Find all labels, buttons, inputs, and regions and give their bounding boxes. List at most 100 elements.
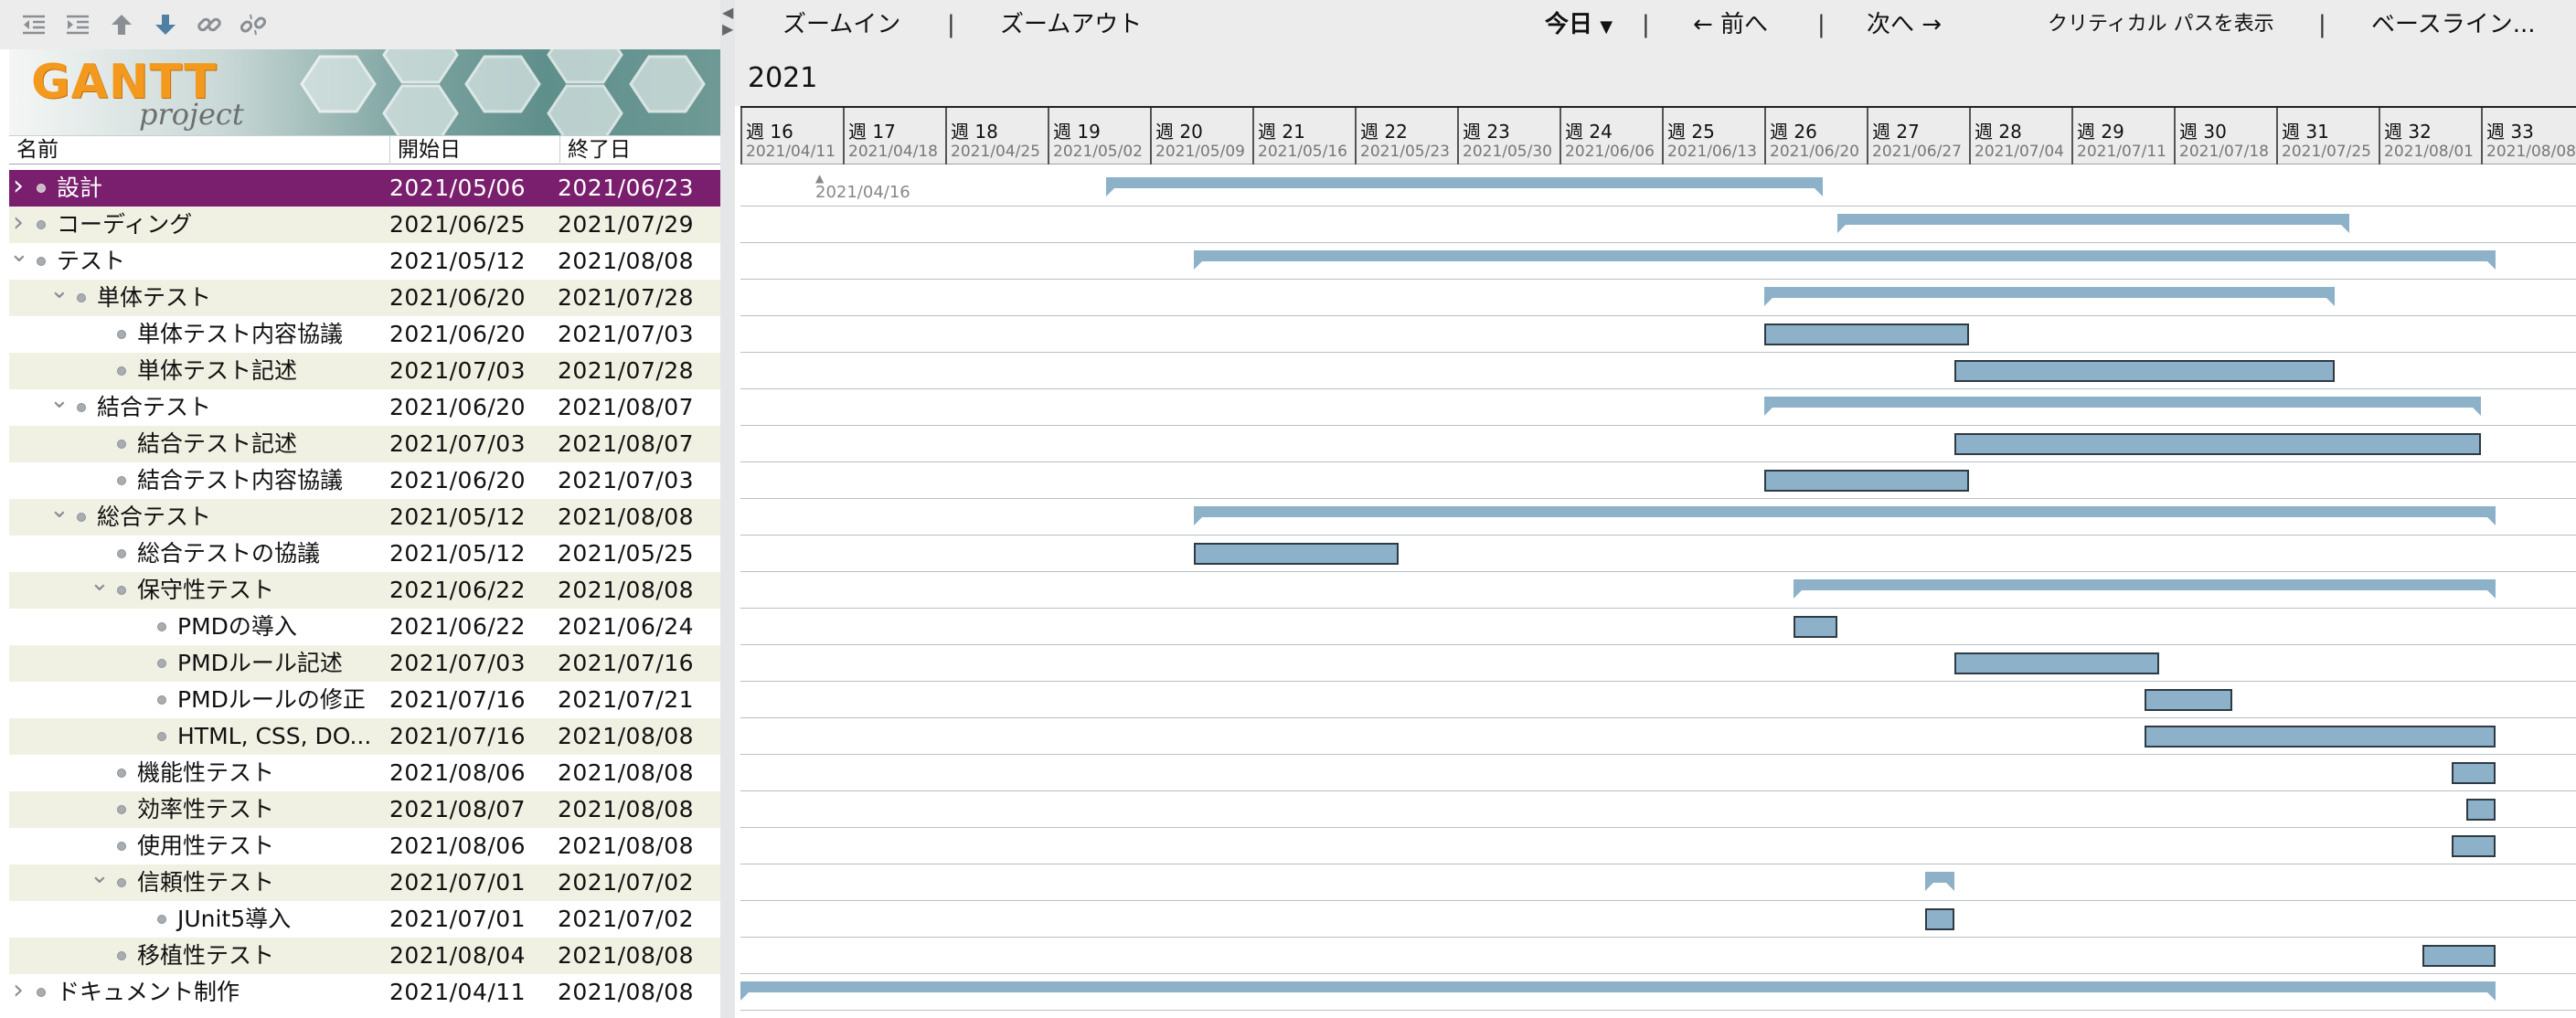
task-row[interactable]: ⌄ テスト 2021/05/12 2021/08/08 [9,243,722,280]
pane-splitter[interactable]: ◀ ▶ [720,0,735,1018]
task-start-date[interactable]: 2021/08/06 [389,828,554,864]
link-icon[interactable] [194,9,225,40]
task-end-date[interactable]: 2021/07/02 [558,901,722,938]
column-header-name[interactable]: 名前 [9,136,389,164]
task-end-date[interactable]: 2021/07/28 [558,353,722,389]
task-bar[interactable] [2145,689,2232,711]
task-start-date[interactable]: 2021/07/01 [389,901,554,938]
task-bar[interactable] [2452,762,2496,784]
task-start-date[interactable]: 2021/05/12 [389,499,554,536]
task-name-cell[interactable]: ⌄ 結合テスト [9,389,384,426]
task-name-cell[interactable]: ⌄ 信頼性テスト [9,864,384,901]
task-name-cell[interactable]: 効率性テスト [9,791,384,828]
task-start-date[interactable]: 2021/06/22 [389,572,554,609]
task-start-date[interactable]: 2021/07/16 [389,682,554,718]
task-row[interactable]: 結合テスト記述 2021/07/03 2021/08/07 [9,426,722,462]
task-end-date[interactable]: 2021/08/08 [558,499,722,536]
summary-task-bar[interactable] [1764,287,2335,306]
task-start-date[interactable]: 2021/05/12 [389,243,554,280]
task-row[interactable]: 移植性テスト 2021/08/04 2021/08/08 [9,938,722,974]
task-start-date[interactable]: 2021/06/20 [389,462,554,499]
task-end-date[interactable]: 2021/08/08 [558,755,722,791]
task-name-cell[interactable]: PMDの導入 [9,609,384,645]
expand-icon[interactable]: › [9,974,27,1009]
task-name-cell[interactable]: 総合テストの協議 [9,536,384,572]
task-bar[interactable] [2145,726,2496,748]
task-name-cell[interactable]: 移植性テスト [9,938,384,974]
unlink-icon[interactable] [238,9,269,40]
task-row[interactable]: HTML, CSS, DO... 2021/07/16 2021/08/08 [9,718,722,755]
task-row[interactable]: PMDの導入 2021/06/22 2021/06/24 [9,609,722,645]
task-row[interactable]: 効率性テスト 2021/08/07 2021/08/08 [9,791,722,828]
zoom-in-button[interactable]: ズームイン [782,0,900,49]
task-bar[interactable] [2422,945,2496,967]
task-row[interactable]: 使用性テスト 2021/08/06 2021/08/08 [9,828,722,864]
prev-button[interactable]: ← 前へ [1693,0,1768,49]
summary-task-bar[interactable] [1794,579,2496,599]
task-row[interactable]: 単体テスト内容協議 2021/06/20 2021/07/03 [9,316,722,353]
task-row[interactable]: 総合テストの協議 2021/05/12 2021/05/25 [9,536,722,572]
task-row[interactable]: ⌄ 単体テスト 2021/06/20 2021/07/28 [9,280,722,316]
task-start-date[interactable]: 2021/05/12 [389,536,554,572]
task-end-date[interactable]: 2021/07/03 [558,462,722,499]
task-bar[interactable] [1794,616,1837,638]
task-bar[interactable] [1764,470,1969,492]
task-name-cell[interactable]: ⌄ 単体テスト [9,280,384,316]
task-row[interactable]: PMDルールの修正 2021/07/16 2021/07/21 [9,682,722,718]
task-row[interactable]: › ドキュメント制作 2021/04/11 2021/08/08 [9,974,722,1011]
task-end-date[interactable]: 2021/06/23 [558,170,722,207]
task-name-cell[interactable]: › 設計 [9,170,384,207]
task-start-date[interactable]: 2021/06/20 [389,389,554,426]
task-end-date[interactable]: 2021/08/08 [558,718,722,755]
task-start-date[interactable]: 2021/07/03 [389,426,554,462]
task-row[interactable]: 機能性テスト 2021/08/06 2021/08/08 [9,755,722,791]
summary-task-bar[interactable] [1194,250,2496,270]
task-bar[interactable] [2452,835,2496,857]
task-name-cell[interactable]: JUnit5導入 [9,901,384,938]
task-name-cell[interactable]: › ドキュメント制作 [9,974,384,1011]
task-name-cell[interactable]: ⌄ 保守性テスト [9,572,384,609]
zoom-out-button[interactable]: ズームアウト [1000,0,1142,49]
task-end-date[interactable]: 2021/07/16 [558,645,722,682]
task-end-date[interactable]: 2021/08/07 [558,389,722,426]
task-end-date[interactable]: 2021/08/07 [558,426,722,462]
outdent-icon[interactable] [18,9,49,40]
task-name-cell[interactable]: 結合テスト内容協議 [9,462,384,499]
task-name-cell[interactable]: 機能性テスト [9,755,384,791]
task-end-date[interactable]: 2021/08/08 [558,572,722,609]
task-row[interactable]: › 設計 2021/05/06 2021/06/23 [9,170,722,207]
task-end-date[interactable]: 2021/07/02 [558,864,722,901]
task-name-cell[interactable]: ⌄ テスト [9,243,384,280]
collapse-icon[interactable]: ⌄ [9,243,29,272]
task-row[interactable]: 単体テスト記述 2021/07/03 2021/07/28 [9,353,722,389]
task-name-cell[interactable]: PMDルール記述 [9,645,384,682]
task-start-date[interactable]: 2021/07/03 [389,353,554,389]
task-start-date[interactable]: 2021/04/11 [389,974,554,1011]
collapse-icon[interactable]: ⌄ [49,389,69,419]
summary-task-bar[interactable] [740,981,2496,1001]
task-bar[interactable] [2466,799,2496,821]
task-end-date[interactable]: 2021/05/25 [558,536,722,572]
task-name-cell[interactable]: › コーディング [9,207,384,243]
task-name-cell[interactable]: ⌄ 総合テスト [9,499,384,536]
task-start-date[interactable]: 2021/08/07 [389,791,554,828]
collapse-icon[interactable]: ⌄ [49,499,69,528]
collapse-icon[interactable]: ⌄ [90,864,110,894]
task-row[interactable]: ⌄ 結合テスト 2021/06/20 2021/08/07 [9,389,722,426]
task-start-date[interactable]: 2021/06/25 [389,207,554,243]
summary-task-bar[interactable] [1764,397,2481,416]
task-start-date[interactable]: 2021/08/04 [389,938,554,974]
task-start-date[interactable]: 2021/06/20 [389,316,554,353]
critical-path-button[interactable]: クリティカル パスを表示 [2048,0,2274,49]
move-up-icon[interactable] [106,9,137,40]
indent-icon[interactable] [62,9,93,40]
expand-icon[interactable]: › [9,170,27,205]
task-end-date[interactable]: 2021/07/28 [558,280,722,316]
task-end-date[interactable]: 2021/06/24 [558,609,722,645]
task-start-date[interactable]: 2021/07/01 [389,864,554,901]
collapse-icon[interactable]: ⌄ [90,572,110,601]
collapse-right-icon[interactable]: ▶ [722,20,733,37]
task-row[interactable]: ⌄ 保守性テスト 2021/06/22 2021/08/08 [9,572,722,609]
collapse-left-icon[interactable]: ◀ [722,4,733,21]
task-start-date[interactable]: 2021/05/06 [389,170,554,207]
